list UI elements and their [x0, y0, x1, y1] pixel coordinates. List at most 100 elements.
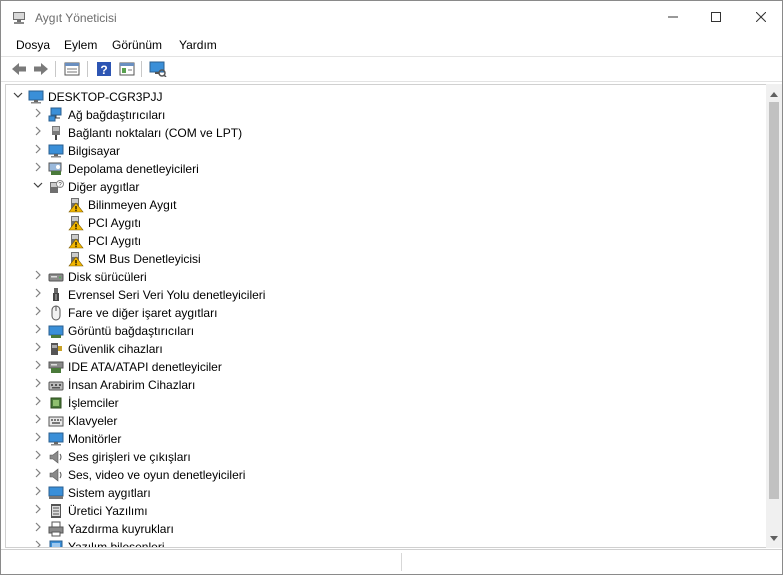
tree-category[interactable]: Disk sürücüleri	[6, 268, 766, 286]
warning-device-icon	[68, 197, 84, 213]
tree-category[interactable]: ? Diğer aygıtlar	[6, 178, 766, 196]
scan-hardware-button[interactable]	[148, 60, 168, 78]
hid-icon	[48, 377, 64, 393]
chevron-right-icon[interactable]	[32, 126, 44, 140]
minimize-icon	[668, 16, 678, 18]
tree-item-label: Sistem aygıtları	[68, 486, 151, 500]
back-button[interactable]	[9, 60, 29, 78]
menu-gorunum[interactable]: Görünüm	[110, 38, 164, 52]
tree-item-label: Disk sürücüleri	[68, 270, 147, 284]
device-tree[interactable]: DESKTOP-CGR3PJJ Ağ bağdaştırıcıları Bağlan…	[5, 84, 768, 548]
toolbar-separator	[87, 61, 88, 77]
status-bar	[1, 549, 782, 574]
chevron-right-icon[interactable]	[32, 432, 44, 446]
tree-item-label: Ses, video ve oyun denetleyicileri	[68, 468, 246, 482]
tree-category[interactable]: Depolama denetleyicileri	[6, 160, 766, 178]
tree-category[interactable]: Yazılım bileşenleri	[6, 538, 766, 548]
keyboard-icon	[48, 413, 64, 429]
menu-eylem[interactable]: Eylem	[62, 38, 99, 52]
maximize-button[interactable]	[693, 1, 739, 33]
sound-icon	[48, 467, 64, 483]
update-driver-icon	[119, 62, 135, 76]
tree-category[interactable]: İşlemciler	[6, 394, 766, 412]
unknown-device-icon: ?	[48, 179, 64, 195]
chevron-right-icon[interactable]	[32, 162, 44, 176]
tree-root[interactable]: DESKTOP-CGR3PJJ	[6, 88, 766, 106]
forward-button[interactable]	[31, 60, 51, 78]
menu-yardim[interactable]: Yardım	[177, 38, 219, 52]
help-button[interactable]: ?	[94, 60, 114, 78]
tree-category[interactable]: Evrensel Seri Veri Yolu denetleyicileri	[6, 286, 766, 304]
chevron-right-icon[interactable]	[32, 396, 44, 410]
chevron-down-icon[interactable]	[12, 90, 24, 104]
tree-category[interactable]: Yazdırma kuyrukları	[6, 520, 766, 538]
back-arrow-icon	[12, 63, 26, 75]
tree-category[interactable]: Üretici Yazılımı	[6, 502, 766, 520]
chevron-right-icon[interactable]	[32, 360, 44, 374]
tree-device[interactable]: PCI Aygıtı	[6, 214, 766, 232]
storage-controller-icon	[48, 161, 64, 177]
chevron-right-icon[interactable]	[32, 270, 44, 284]
warning-device-icon	[68, 251, 84, 267]
device-manager-icon	[11, 10, 27, 26]
speaker-icon	[48, 449, 64, 465]
update-driver-button[interactable]	[117, 60, 137, 78]
tree-item-label: Yazılım bileşenleri	[68, 540, 165, 548]
toolbar: ?	[1, 57, 782, 82]
chevron-down-icon[interactable]	[32, 180, 44, 194]
chevron-right-icon[interactable]	[32, 504, 44, 518]
scroll-down-button[interactable]	[766, 530, 782, 546]
tree-device[interactable]: PCI Aygıtı	[6, 232, 766, 250]
chevron-right-icon[interactable]	[32, 468, 44, 482]
toolbar-separator	[55, 61, 56, 77]
tree-item-label: DESKTOP-CGR3PJJ	[48, 90, 163, 104]
tree-category[interactable]: Güvenlik cihazları	[6, 340, 766, 358]
tree-device[interactable]: Bilinmeyen Aygıt	[6, 196, 766, 214]
tree-category[interactable]: Ses girişleri ve çıkışları	[6, 448, 766, 466]
network-adapter-icon	[48, 107, 64, 123]
computer-icon	[48, 143, 64, 159]
minimize-button[interactable]	[650, 1, 696, 33]
tree-category[interactable]: Sistem aygıtları	[6, 484, 766, 502]
device-manager-window: Aygıt Yöneticisi Dosya Eylem Görünüm Yar…	[0, 0, 783, 575]
vertical-scrollbar[interactable]	[766, 84, 782, 548]
tree-category[interactable]: İnsan Arabirim Cihazları	[6, 376, 766, 394]
tree-category[interactable]: Fare ve diğer işaret aygıtları	[6, 304, 766, 322]
tree-category[interactable]: Monitörler	[6, 430, 766, 448]
menu-bar: Dosya Eylem Görünüm Yardım	[1, 35, 782, 57]
chevron-right-icon[interactable]	[32, 324, 44, 338]
tree-device[interactable]: SM Bus Denetleyicisi	[6, 250, 766, 268]
tree-category[interactable]: Ses, video ve oyun denetleyicileri	[6, 466, 766, 484]
chevron-right-icon[interactable]	[32, 144, 44, 158]
menu-dosya[interactable]: Dosya	[14, 38, 52, 52]
chevron-right-icon[interactable]	[32, 486, 44, 500]
scroll-up-button[interactable]	[766, 86, 782, 102]
chevron-right-icon[interactable]	[32, 288, 44, 302]
tree-item-label: Ağ bağdaştırıcıları	[68, 108, 166, 122]
tree-item-label: Güvenlik cihazları	[68, 342, 163, 356]
tree-category[interactable]: Görüntü bağdaştırıcıları	[6, 322, 766, 340]
tree-item-label: PCI Aygıtı	[88, 234, 142, 248]
chevron-right-icon[interactable]	[32, 450, 44, 464]
chevron-right-icon[interactable]	[32, 540, 44, 547]
tree-item-label: Ses girişleri ve çıkışları	[68, 450, 191, 464]
properties-button[interactable]	[62, 60, 82, 78]
chevron-right-icon[interactable]	[32, 522, 44, 536]
tree-category[interactable]: IDE ATA/ATAPI denetleyiciler	[6, 358, 766, 376]
tree-category[interactable]: Bağlantı noktaları (COM ve LPT)	[6, 124, 766, 142]
root-computer-icon	[28, 89, 44, 105]
close-button[interactable]	[738, 1, 782, 33]
chevron-right-icon[interactable]	[32, 414, 44, 428]
tree-category[interactable]: Bilgisayar	[6, 142, 766, 160]
status-divider	[401, 553, 403, 571]
maximize-icon	[711, 12, 721, 22]
port-icon	[48, 125, 64, 141]
chevron-right-icon[interactable]	[32, 378, 44, 392]
chevron-right-icon[interactable]	[32, 108, 44, 122]
help-icon: ?	[97, 62, 111, 77]
tree-category[interactable]: Ağ bağdaştırıcıları	[6, 106, 766, 124]
chevron-right-icon[interactable]	[32, 342, 44, 356]
tree-category[interactable]: Klavyeler	[6, 412, 766, 430]
chevron-right-icon[interactable]	[32, 306, 44, 320]
scrollbar-thumb[interactable]	[769, 102, 779, 499]
